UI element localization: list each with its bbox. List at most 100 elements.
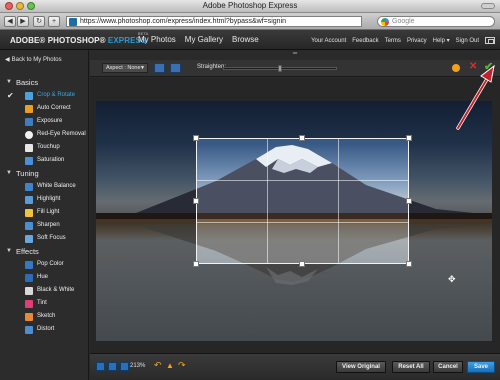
tool-hue[interactable]: Hue [0, 272, 89, 284]
rotate-right-icon[interactable] [170, 63, 181, 73]
crop-handle-right[interactable] [406, 198, 412, 204]
search-input[interactable]: Google [377, 16, 495, 27]
tool-label: Tint [37, 300, 47, 306]
distort-icon [25, 326, 33, 334]
tool-white-balance[interactable]: White Balance [0, 181, 89, 193]
save-button[interactable]: Save [467, 361, 495, 373]
tool-red-eye[interactable]: Red-Eye Removal [0, 129, 89, 141]
reset-all-button[interactable]: Reset All [392, 361, 430, 373]
tool-label: Exposure [37, 118, 63, 124]
add-bookmark-icon[interactable]: + [48, 16, 60, 27]
crop-handle-top[interactable] [299, 135, 305, 141]
tool-crop-rotate[interactable]: ✔ Crop & Rotate [0, 90, 89, 102]
address-bar[interactable]: https://www.photoshop.com/express/index.… [66, 16, 362, 27]
crop-box[interactable] [196, 138, 409, 264]
crop-handle-bottom-left[interactable] [193, 261, 199, 267]
section-effects[interactable]: ▼ Effects [0, 245, 89, 258]
browser-window: Adobe Photoshop Express ◀ ▶ ↻ + https://… [0, 0, 500, 380]
photo-image[interactable]: ✥ [96, 101, 492, 341]
nav-my-photos[interactable]: My Photos [138, 35, 176, 44]
tool-distort[interactable]: Distort [0, 324, 89, 336]
expand-triangle-icon: ▼ [6, 170, 12, 176]
cancel-button[interactable]: Cancel [433, 361, 463, 373]
crop-gridline [197, 180, 408, 181]
section-tuning[interactable]: ▼ Tuning [0, 167, 89, 180]
hue-icon [25, 274, 33, 282]
tool-black-white[interactable]: Black & White [0, 285, 89, 297]
view-zoom-icon[interactable] [120, 362, 129, 371]
crop-options-bar: Aspect : None ▼ Straighten: ✕ ✔ [90, 60, 500, 77]
nav-sign-out[interactable]: Sign Out [456, 38, 479, 44]
crop-handle-bottom[interactable] [299, 261, 305, 267]
app-header: ADOBE® PHOTOSHOP® EXPRESS BETA My Photos… [0, 30, 500, 50]
back-arrow-icon[interactable]: ◀ [4, 16, 16, 27]
nav-browse[interactable]: Browse [232, 35, 259, 44]
aspect-value: Aspect : None [106, 65, 141, 71]
tool-label: Red-Eye Removal [37, 131, 86, 137]
tool-fill-light[interactable]: Fill Light [0, 207, 89, 219]
crop-handle-bottom-right[interactable] [406, 261, 412, 267]
nav-help[interactable]: Help ▾ [433, 37, 450, 44]
reset-icon[interactable] [452, 64, 460, 72]
aspect-dropdown[interactable]: Aspect : None ▼ [102, 63, 148, 73]
tool-sharpen[interactable]: Sharpen [0, 220, 89, 232]
confirm-crop-icon[interactable]: ✔ [484, 60, 493, 73]
crop-handle-left[interactable] [193, 198, 199, 204]
collapse-handle-icon[interactable]: ═ [291, 51, 299, 58]
reload-icon[interactable]: ↻ [33, 16, 45, 27]
section-title: Basics [16, 78, 39, 87]
tools-sidebar: ◀ Back to My Photos ▼ Basics ✔ Crop & Rot… [0, 50, 89, 380]
cancel-crop-icon[interactable]: ✕ [469, 61, 477, 72]
exposure-icon [25, 118, 33, 126]
tool-exposure[interactable]: Exposure [0, 116, 89, 128]
crop-mask-bottom [96, 264, 492, 341]
back-to-photos-link[interactable]: ◀ Back to My Photos [5, 56, 62, 63]
tool-saturation[interactable]: Saturation [0, 155, 89, 167]
nav-your-account[interactable]: Your Account [311, 38, 346, 44]
back-link-arrow-icon: ◀ [5, 57, 10, 63]
fill-light-icon [25, 209, 33, 217]
main-nav: My Photos My Gallery Browse [138, 35, 259, 44]
crop-mask-top [96, 101, 492, 138]
tool-label: Sketch [37, 313, 56, 319]
tool-label: Crop & Rotate [37, 92, 76, 98]
tool-soft-focus[interactable]: Soft Focus [0, 233, 89, 245]
url-text: https://www.photoshop.com/express/index.… [80, 18, 287, 25]
tool-pop-color[interactable]: Pop Color [0, 259, 89, 271]
back-link-label: Back to My Photos [11, 57, 62, 63]
tool-label: Highlight [37, 196, 61, 202]
toolbar-toggle-button[interactable] [481, 3, 495, 9]
tool-label: White Balance [37, 183, 76, 189]
move-cursor-icon: ✥ [448, 274, 456, 284]
crop-handle-top-left[interactable] [193, 135, 199, 141]
undo-icon[interactable]: ↶ [154, 360, 162, 371]
window-titlebar: Adobe Photoshop Express [0, 0, 500, 13]
forward-arrow-icon[interactable]: ▶ [17, 16, 29, 27]
straighten-slider[interactable] [223, 65, 337, 72]
site-favicon-icon [69, 18, 77, 26]
view-actual-icon[interactable] [108, 362, 117, 371]
section-basics[interactable]: ▼ Basics [0, 76, 89, 89]
nav-my-gallery[interactable]: My Gallery [185, 35, 223, 44]
history-icon[interactable]: ▲ [166, 361, 174, 370]
nav-terms[interactable]: Terms [385, 38, 401, 44]
expand-triangle-icon: ▼ [6, 248, 12, 254]
tool-tint[interactable]: Tint [0, 298, 89, 310]
section-title: Tuning [16, 169, 39, 178]
nav-privacy[interactable]: Privacy [407, 38, 427, 44]
crop-handle-top-right[interactable] [406, 135, 412, 141]
crop-mask-right [409, 138, 492, 264]
view-fit-icon[interactable] [96, 362, 105, 371]
rotate-left-icon[interactable] [154, 63, 165, 73]
redo-icon[interactable]: ↷ [178, 360, 186, 371]
maximize-icon[interactable] [485, 37, 495, 44]
tool-auto-correct[interactable]: Auto Correct [0, 103, 89, 115]
nav-feedback[interactable]: Feedback [352, 38, 378, 44]
view-original-button[interactable]: View Original [336, 361, 386, 373]
slider-thumb[interactable] [278, 65, 282, 72]
tool-highlight[interactable]: Highlight [0, 194, 89, 206]
utility-nav: Your Account Feedback Terms Privacy Help… [311, 37, 495, 44]
tool-label: Fill Light [37, 209, 60, 215]
tool-sketch[interactable]: Sketch [0, 311, 89, 323]
tool-touchup[interactable]: Touchup [0, 142, 89, 154]
